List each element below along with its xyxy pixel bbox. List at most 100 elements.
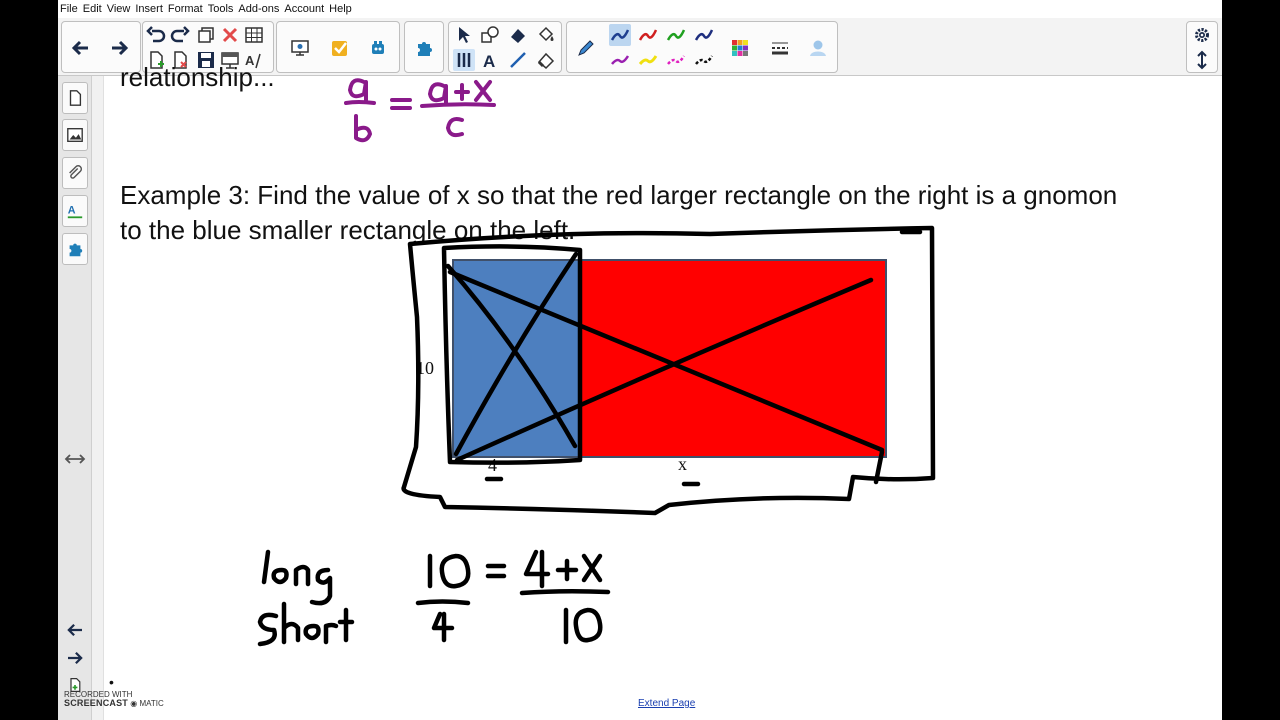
svg-text:A: A [483,52,495,70]
gallery-tab[interactable] [62,119,88,151]
ink-short-r [323,622,339,645]
ink-layer: 10 4 x [257,78,936,647]
pen-black[interactable] [693,49,715,71]
ink-short-s [257,612,279,647]
pen-navy[interactable] [693,24,715,46]
toolbar-group-presentation [276,21,400,73]
menu-file[interactable]: File [60,3,78,15]
previous-page-icon[interactable] [64,621,86,639]
avatar-icon[interactable] [807,37,829,59]
eraser-icon[interactable] [535,49,557,71]
toolbar-group-draw: A [448,21,562,73]
menu-bar: File Edit View Insert Format Tools Add-o… [58,0,1222,18]
watermark-logo-icon: ◉ [130,699,138,708]
label-red-bottom-x: x [678,454,687,474]
notebook-app-window: File Edit View Insert Format Tools Add-o… [58,0,1222,720]
addons-tab[interactable] [62,233,88,265]
ink-eq-plus [555,558,579,582]
ink-long-l [261,549,271,585]
puzzle-icon [69,243,83,257]
menu-view[interactable]: View [107,3,131,15]
page-icon [69,90,82,106]
shapes-icon[interactable] [479,24,501,46]
toolbar-group-settings [1186,21,1218,73]
table-icon[interactable] [243,24,265,46]
ink-eq-4-top [523,549,551,589]
attachments-tab[interactable] [62,157,88,189]
menu-insert[interactable]: Insert [135,3,163,15]
next-page-icon[interactable] [64,649,86,667]
ink-eq-equals [485,563,507,579]
resize-sidebar-icon[interactable] [64,450,86,468]
properties-tab[interactable]: A [62,195,88,227]
response-icon[interactable] [329,37,351,59]
ink-letter-c [446,117,464,138]
menu-help[interactable]: Help [329,3,352,15]
red-larger-rectangle [580,259,887,458]
fill-icon[interactable] [535,24,557,46]
label-blue-bottom-4: 4 [488,455,497,475]
gallery-icon [67,128,83,142]
gear-icon[interactable] [1191,24,1213,46]
ink-eq-4-bottom [431,611,455,643]
pen-icon[interactable] [575,37,597,59]
ink-long-g [309,567,333,606]
color-palette-icon[interactable] [729,37,751,59]
handwritten-equation [257,549,611,647]
menu-add-ons[interactable]: Add-ons [238,3,279,15]
page-sorter-tab[interactable] [62,82,88,114]
ink-long-n [293,564,311,587]
page-canvas[interactable]: relationship... Example 3: Find the valu… [104,62,1222,720]
pen-blue[interactable] [609,24,631,46]
bullet-marker: • [109,674,114,690]
menu-account[interactable]: Account [284,3,324,15]
ink-equals [390,98,412,110]
select-icon[interactable] [453,24,475,46]
expand-icon[interactable] [1191,49,1213,71]
pen-green[interactable] [665,24,687,46]
extend-page-link[interactable]: Extend Page [638,698,695,709]
widget-icon[interactable] [367,37,389,59]
ink-eq-bar-right [519,588,611,596]
vertical-scrollbar[interactable] [92,76,104,720]
menu-edit[interactable]: Edit [83,3,102,15]
toolbar-group-pens [566,21,838,73]
ink-short-h [281,601,301,645]
forward-icon[interactable] [108,37,130,59]
ink-letter-a [348,78,368,102]
undo-icon[interactable] [145,24,167,46]
pen-magenta[interactable] [665,49,687,71]
screencast-watermark: RECORDED WITH SCREENCAST ◉ MATIC [64,690,164,708]
ink-fraction-bar-left [344,100,376,105]
screen-share-icon[interactable] [289,37,311,59]
ink-eq-0-bottom [573,607,603,643]
menu-tools[interactable]: Tools [208,3,234,15]
ink-eq-bar-left [415,599,471,606]
pen-select-icon[interactable] [453,49,475,71]
purple-proportion [344,78,496,143]
watermark-line-2: SCREENCAST [64,698,129,708]
delete-icon[interactable] [219,24,241,46]
ink-long-o [271,567,289,585]
pen-red[interactable] [637,24,659,46]
text-icon[interactable]: A [479,49,501,71]
ink-fraction-bar-right [420,102,496,108]
pen-yellow[interactable] [637,49,659,71]
ink-short-o [303,623,321,641]
menu-format[interactable]: Format [168,3,203,15]
line-properties-icon[interactable] [769,37,791,59]
eraser-fill-icon[interactable] [507,24,529,46]
ink-letter-a-rhs [428,82,448,106]
ink-short-t [337,607,355,643]
redo-icon[interactable] [169,24,191,46]
pen-purple[interactable] [609,49,631,71]
line-icon[interactable] [507,49,529,71]
copy-icon[interactable] [195,24,217,46]
ink-eq-x [581,553,603,583]
puzzle-icon[interactable] [413,37,435,59]
ink-letter-x [474,80,492,102]
back-icon[interactable] [70,37,92,59]
watermark-line-3: MATIC [139,699,164,708]
ink-letter-b [354,114,372,143]
ink-plus [454,83,470,101]
